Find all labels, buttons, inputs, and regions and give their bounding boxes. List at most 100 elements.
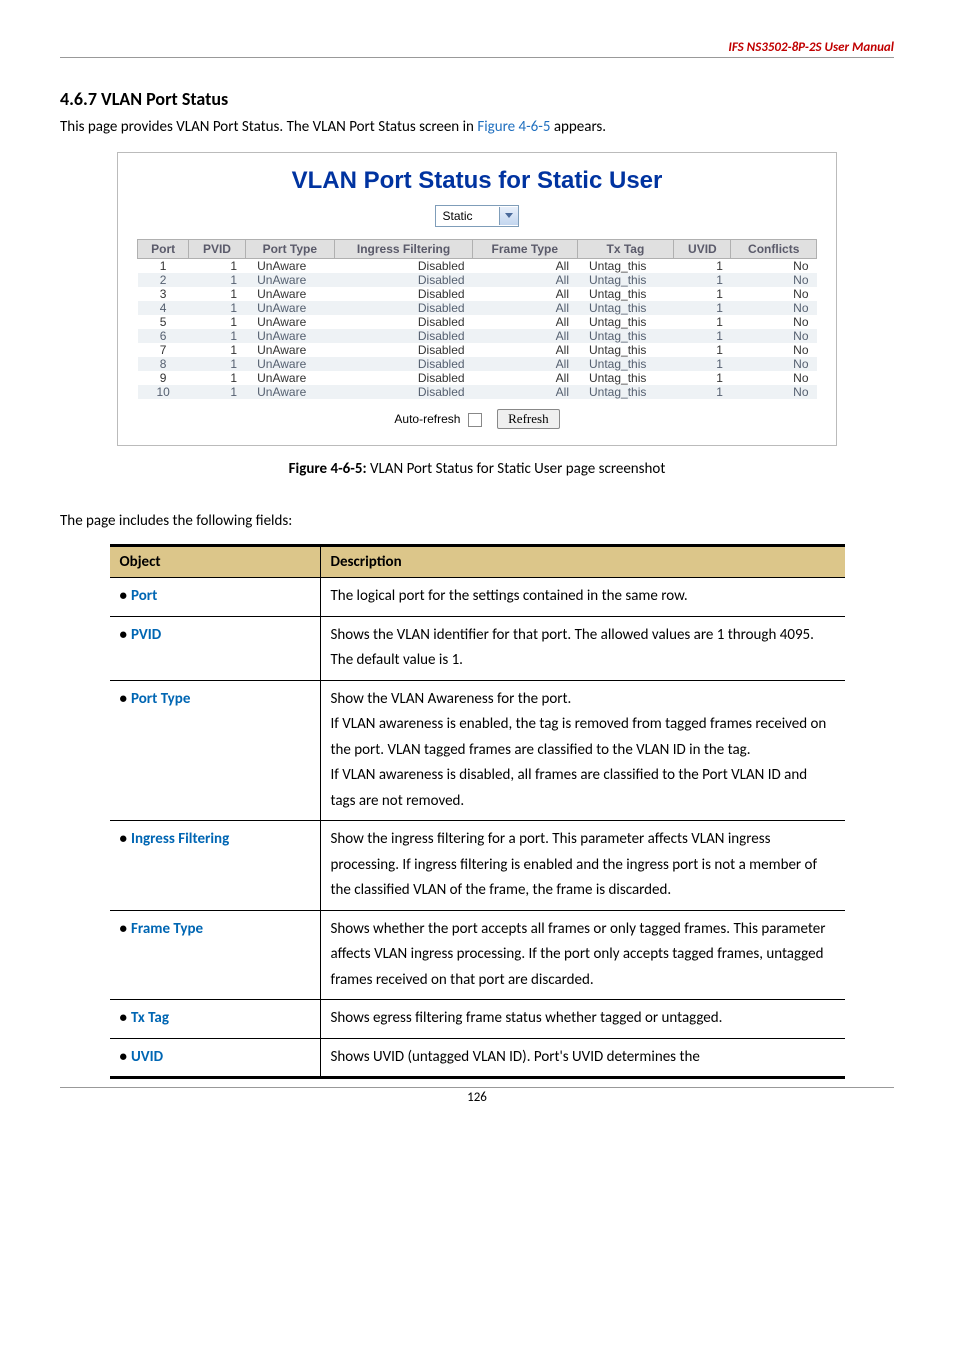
user-type-select[interactable]: Static (435, 205, 518, 227)
page-footer: 126 (60, 1087, 894, 1105)
col-ifilt: Ingress Filtering (335, 240, 473, 259)
table-cell: Untag_this (577, 385, 674, 399)
table-cell: UnAware (245, 343, 334, 357)
table-cell: Disabled (335, 371, 473, 385)
table-cell: 2 (138, 273, 189, 287)
caption-prefix: Figure 4-6-5: (289, 460, 367, 478)
table-cell: 1 (189, 371, 245, 385)
table-cell: 1 (189, 357, 245, 371)
figure-caption: Figure 4-6-5: VLAN Port Status for Stati… (60, 460, 894, 478)
table-cell: 1 (674, 315, 731, 329)
controls-row: Auto-refresh Refresh (126, 409, 828, 429)
fields-desc-cell: Shows egress filtering frame status whet… (320, 1000, 845, 1039)
table-cell: All (473, 273, 577, 287)
table-cell: 8 (138, 357, 189, 371)
refresh-button[interactable]: Refresh (497, 409, 559, 429)
table-row: 31UnAwareDisabledAllUntag_this1No (138, 287, 817, 301)
vlan-status-table: Port PVID Port Type Ingress Filtering Fr… (137, 239, 817, 399)
table-cell: Untag_this (577, 259, 674, 274)
table-cell: 4 (138, 301, 189, 315)
table-cell: 1 (674, 357, 731, 371)
table-cell: Untag_this (577, 315, 674, 329)
fields-desc-cell: Shows whether the port accepts all frame… (320, 910, 845, 1000)
col-conf: Conflicts (731, 240, 817, 259)
table-row: 81UnAwareDisabledAllUntag_this1No (138, 357, 817, 371)
table-cell: No (731, 273, 817, 287)
table-row: 41UnAwareDisabledAllUntag_this1No (138, 301, 817, 315)
screenshot-panel: VLAN Port Status for Static User Static … (117, 152, 837, 446)
fields-row: •PVIDShows the VLAN identifier for that … (110, 616, 845, 680)
table-cell: 1 (674, 287, 731, 301)
table-cell: All (473, 329, 577, 343)
table-cell: UnAware (245, 287, 334, 301)
fields-intro: The page includes the following fields: (60, 512, 894, 530)
table-cell: No (731, 315, 817, 329)
table-cell: No (731, 371, 817, 385)
table-cell: Disabled (335, 287, 473, 301)
table-cell: 9 (138, 371, 189, 385)
user-type-select-wrap: Static (126, 205, 828, 227)
table-cell: Disabled (335, 357, 473, 371)
fields-row: •Port TypeShow the VLAN Awareness for th… (110, 680, 845, 821)
fields-head-desc: Description (320, 546, 845, 578)
table-cell: Disabled (335, 301, 473, 315)
table-cell: All (473, 315, 577, 329)
table-cell: All (473, 357, 577, 371)
fields-table: Object Description •PortThe logical port… (110, 544, 845, 1079)
doc-header: IFS NS3502-8P-2S User Manual (60, 40, 894, 58)
intro-paragraph: This page provides VLAN Port Status. The… (60, 118, 894, 136)
table-cell: 1 (674, 259, 731, 274)
intro-post: appears. (550, 118, 606, 136)
table-row: 61UnAwareDisabledAllUntag_this1No (138, 329, 817, 343)
intro-pre: This page provides VLAN Port Status. The… (60, 118, 477, 136)
table-cell: UnAware (245, 357, 334, 371)
figure-reference: Figure 4-6-5 (477, 118, 550, 136)
fields-object-cell: •Port Type (110, 680, 321, 821)
fields-desc-cell: Shows the VLAN identifier for that port.… (320, 616, 845, 680)
fields-object-cell: •Frame Type (110, 910, 321, 1000)
table-header-row: Port PVID Port Type Ingress Filtering Fr… (138, 240, 817, 259)
col-pvid: PVID (189, 240, 245, 259)
table-cell: All (473, 385, 577, 399)
table-cell: Untag_this (577, 273, 674, 287)
table-cell: 1 (674, 329, 731, 343)
table-cell: 3 (138, 287, 189, 301)
fields-desc-cell: The logical port for the settings contai… (320, 578, 845, 617)
table-cell: Disabled (335, 259, 473, 274)
fields-object-cell: •UVID (110, 1038, 321, 1078)
table-cell: No (731, 357, 817, 371)
table-cell: All (473, 287, 577, 301)
table-row: 71UnAwareDisabledAllUntag_this1No (138, 343, 817, 357)
table-cell: 1 (189, 259, 245, 274)
fields-desc-cell: Show the VLAN Awareness for the port. If… (320, 680, 845, 821)
table-cell: 10 (138, 385, 189, 399)
col-ftype: Frame Type (473, 240, 577, 259)
chevron-down-icon[interactable] (499, 207, 518, 225)
col-ptype: Port Type (245, 240, 334, 259)
table-cell: 1 (189, 385, 245, 399)
table-cell: UnAware (245, 371, 334, 385)
table-cell: 5 (138, 315, 189, 329)
table-cell: No (731, 343, 817, 357)
table-cell: 1 (189, 273, 245, 287)
table-cell: Untag_this (577, 343, 674, 357)
table-cell: 1 (674, 273, 731, 287)
fields-row: •UVIDShows UVID (untagged VLAN ID). Port… (110, 1038, 845, 1078)
table-cell: Untag_this (577, 357, 674, 371)
table-cell: UnAware (245, 329, 334, 343)
table-cell: Disabled (335, 343, 473, 357)
caption-text: VLAN Port Status for Static User page sc… (367, 460, 666, 478)
table-cell: 1 (674, 343, 731, 357)
table-cell: UnAware (245, 259, 334, 274)
auto-refresh-checkbox[interactable] (468, 413, 482, 427)
fields-row: •Tx TagShows egress filtering frame stat… (110, 1000, 845, 1039)
table-cell: Disabled (335, 329, 473, 343)
table-cell: 1 (189, 315, 245, 329)
table-cell: Disabled (335, 385, 473, 399)
table-cell: 1 (138, 259, 189, 274)
fields-desc-cell: Show the ingress filtering for a port. T… (320, 821, 845, 911)
fields-row: •PortThe logical port for the settings c… (110, 578, 845, 617)
fields-head-object: Object (110, 546, 321, 578)
table-cell: All (473, 343, 577, 357)
table-cell: All (473, 301, 577, 315)
